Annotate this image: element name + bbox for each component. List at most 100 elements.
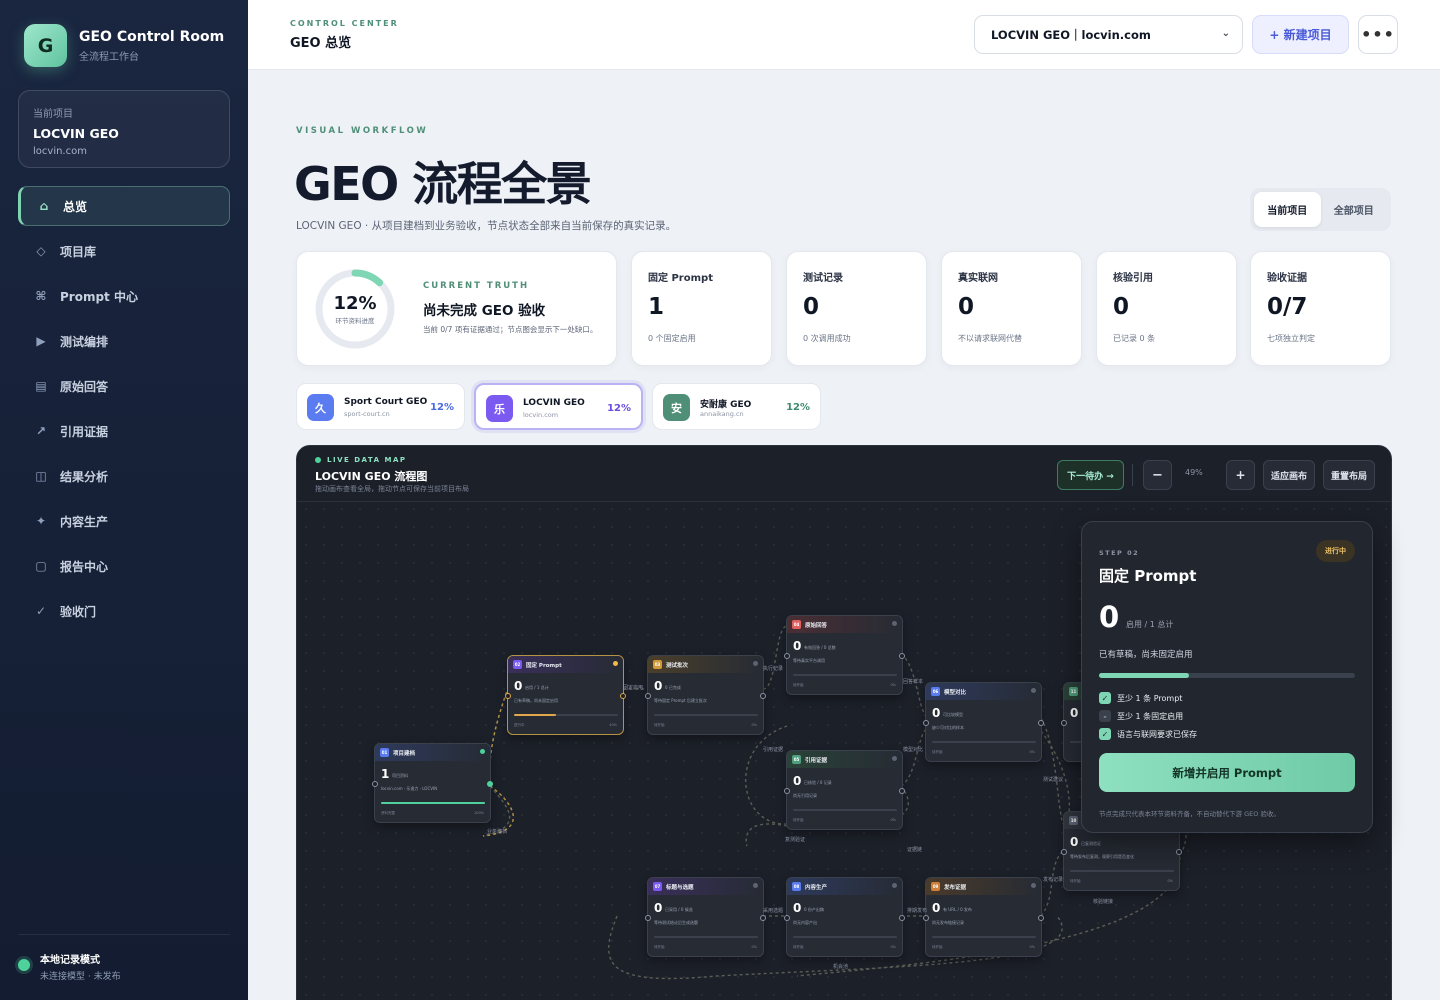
sidebar-item-9[interactable]: ✓ 验收门 [18, 591, 230, 631]
workflow-node[interactable]: 02 固定 Prompt 0 启用 / 1 总计 已有草稿，尚未固定启用 进行中 40% [505, 655, 626, 735]
node-input-port[interactable] [372, 781, 378, 787]
node-number-badge: 09 [931, 882, 940, 891]
home-icon: ⌂ [39, 199, 49, 213]
node-unit: 启用 / 1 总计 [525, 685, 549, 690]
node-footer-pct: 0% [890, 818, 896, 822]
node-desc: 等待固定 Prompt 后建立批次 [654, 698, 707, 703]
sidebar-item-label: 原始回答 [60, 379, 109, 394]
workflow-node[interactable]: 05 引用证据 0 已核验 / 0 记录 尚无引用记录 待开始 0% [784, 750, 905, 830]
next-todo-button[interactable]: 下一待办 → [1057, 460, 1124, 490]
segment-all-projects[interactable]: 全部项目 [1321, 192, 1388, 227]
node-input-port[interactable] [923, 915, 929, 921]
node-output-port[interactable] [1176, 849, 1182, 855]
truth-kicker: CURRENT TRUTH [423, 281, 530, 291]
node-number-badge: 02 [513, 660, 522, 669]
sidebar-item-label: 引用证据 [60, 424, 109, 439]
node-status-dot-icon [1031, 883, 1036, 888]
node-footer-pct: 0% [1029, 750, 1035, 754]
sidebar-item-0[interactable]: ⌂ 总览 [18, 186, 230, 226]
page-title: GEO 总览 [290, 36, 352, 51]
node-unit: 已复测验证 [1081, 841, 1101, 846]
node-output-port[interactable] [1038, 915, 1044, 921]
toolbar-divider [1132, 464, 1133, 486]
node-output-port[interactable] [620, 693, 626, 699]
node-header: 05 引用证据 [787, 751, 902, 768]
new-project-button[interactable]: + 新建项目 [1252, 15, 1349, 54]
sidebar-item-3[interactable]: ▶ 测试编排 [18, 321, 230, 361]
workflow-node[interactable]: 09 发布证据 0 有 URL / 0 发布 尚无发布链接记录 待开始 0% [923, 877, 1044, 957]
sidebar-item-8[interactable]: ▢ 报告中心 [18, 546, 230, 586]
live-label: LIVE DATA MAP [327, 456, 407, 464]
sidebar-item-7[interactable]: ✦ 内容生产 [18, 501, 230, 541]
truth-title: 尚未完成 GEO 验收 [423, 303, 546, 319]
workflow-node[interactable]: 07 标题与选题 0 已采用 / 0 候选 等待测试结论后生成选题 待开始 0% [645, 877, 766, 957]
stat-card: 核验引用 0 已记录 0 条 [1096, 251, 1237, 366]
step-unit: 启用 / 1 总计 [1126, 620, 1174, 629]
step-detail-panel: STEP 02 固定 Prompt 进行中 0 启用 / 1 总计 已有草稿，尚… [1081, 521, 1373, 833]
local-mode-sub: 未连接模型 · 未发布 [40, 972, 121, 982]
sidebar-item-2[interactable]: ⌘ Prompt 中心 [18, 276, 230, 316]
workflow-node[interactable]: 01 项目建档 1 项目资料 locvin.com · 乐逸力 · LOCVIN 资料完整… [372, 743, 493, 823]
workflow-node[interactable]: 03 测试批次 0 0 已完成 等待固定 Prompt 后建立批次 待开始 0% [645, 655, 766, 735]
fit-canvas-button[interactable]: 适应画布 [1263, 460, 1315, 490]
node-input-port[interactable] [1061, 720, 1067, 726]
edge-label: 采用选题 [763, 908, 784, 914]
stat-desc: 已记录 0 条 [1113, 334, 1156, 343]
sidebar-item-4[interactable]: ▤ 原始回答 [18, 366, 230, 406]
project-avatar: 安 [663, 394, 690, 421]
truth-desc: 当前 0/7 项有证据通过；节点图会显示下一处缺口。 [423, 325, 598, 334]
project-tab[interactable]: 乐 LOCVIN GEO locvin.com 12% [474, 383, 643, 430]
node-input-port[interactable] [784, 915, 790, 921]
segment-current-project[interactable]: 当前项目 [1254, 192, 1321, 227]
step-progress-fill [1099, 673, 1189, 678]
sidebar-item-5[interactable]: ↗ 引用证据 [18, 411, 230, 451]
node-desc: 已有草稿，尚未固定启用 [514, 698, 558, 703]
node-input-port[interactable] [784, 788, 790, 794]
node-input-port[interactable] [645, 915, 651, 921]
checklist-item: ✓ 至少 1 条 Prompt [1099, 692, 1182, 704]
node-progress [654, 714, 758, 716]
project-select[interactable]: LOCVIN GEO｜locvin.com ⌄ [974, 15, 1243, 54]
square-icon: ▢ [35, 559, 47, 573]
workflow-node[interactable]: 08 内容生产 0 0 份产出稿 尚无内容产出 待开始 0% [784, 877, 905, 957]
node-value: 0 [793, 639, 802, 653]
sidebar-item-6[interactable]: ◫ 结果分析 [18, 456, 230, 496]
project-tab[interactable]: 久 Sport Court GEO sport-court.cn 12% [296, 383, 465, 430]
node-input-port[interactable] [1061, 849, 1067, 855]
node-output-port[interactable] [487, 781, 493, 787]
current-project-card[interactable]: 当前项目 LOCVIN GEO locvin.com [18, 90, 230, 168]
node-title: 标题与选题 [666, 884, 694, 891]
add-enable-prompt-button[interactable]: 新增并启用 Prompt [1099, 753, 1355, 792]
node-input-port[interactable] [645, 693, 651, 699]
node-number-badge: 07 [653, 882, 662, 891]
node-input-port[interactable] [923, 720, 929, 726]
node-output-port[interactable] [760, 693, 766, 699]
checkbox-checked-icon: ✓ [1099, 692, 1111, 704]
node-number-badge: 01 [380, 748, 389, 757]
stat-label: 核验引用 [1113, 273, 1153, 284]
node-progress [793, 674, 897, 676]
project-avatar: 久 [307, 394, 334, 421]
workflow-node[interactable]: 04 原始回答 0 有效回答 / 0 总数 等待真实平台调用 待开始 0% [784, 615, 905, 695]
workflow-node[interactable]: 06 模型对比 0 可比较模型 缺少可对比的样本 待开始 0% [923, 682, 1044, 762]
project-percent: 12% [786, 402, 810, 413]
node-output-port[interactable] [899, 653, 905, 659]
more-menu-button[interactable]: ••• [1358, 15, 1398, 54]
node-output-port[interactable] [899, 915, 905, 921]
node-title: 内容生产 [805, 884, 828, 891]
reset-layout-button[interactable]: 重置布局 [1323, 460, 1375, 490]
zoom-out-button[interactable]: − [1143, 460, 1172, 490]
sidebar-nav: ⌂ 总览 ◇ 项目库 ⌘ Prompt 中心 ▶ 测试编排 ▤ 原始回答 ↗ 引用证据 ◫ 结果分析 ✦ 内容… [18, 186, 230, 636]
node-progress [793, 809, 897, 811]
node-value: 0 [793, 901, 802, 915]
edge-label: 复测验证 [785, 837, 806, 843]
node-input-port[interactable] [505, 693, 511, 699]
node-input-port[interactable] [784, 653, 790, 659]
node-output-port[interactable] [760, 915, 766, 921]
node-output-port[interactable] [899, 788, 905, 794]
sidebar-item-1[interactable]: ◇ 项目库 [18, 231, 230, 271]
zoom-in-button[interactable]: + [1226, 460, 1255, 490]
node-status-dot-icon [480, 749, 485, 754]
node-output-port[interactable] [1038, 720, 1044, 726]
project-tab[interactable]: 安安耐康 GEO annaikang.cn 12% [652, 383, 821, 430]
